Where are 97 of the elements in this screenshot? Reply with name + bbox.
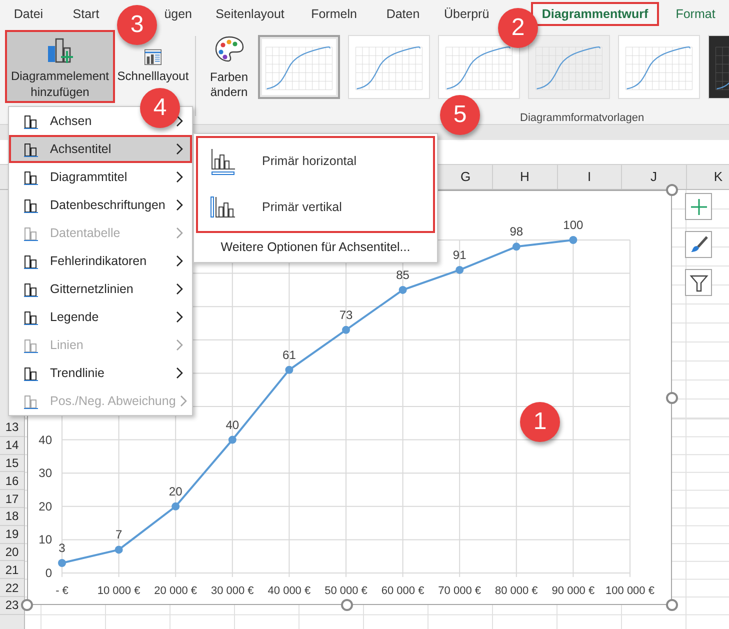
row-header[interactable]: 15 [0,454,24,472]
add-chart-element-button[interactable]: Diagrammelement hinzufügen [5,30,115,103]
row-header[interactable]: 14 [0,436,24,455]
menu-item[interactable]: Achsentitel [9,135,192,163]
chevron-right-icon [176,143,184,155]
chevron-right-icon [176,339,184,351]
chevron-right-icon [176,283,184,295]
ribbon-tab[interactable]: Überprü [444,4,490,24]
data-label: 20 [168,484,182,498]
ribbon-tab[interactable]: Datei [14,4,44,24]
ribbon-tab[interactable]: Diagrammentwurf [531,2,659,26]
layout-icon [142,47,164,66]
data-label: 40 [226,418,240,432]
x-axis-label: 60 000 € [381,585,424,597]
column-header[interactable]: K [686,165,729,189]
ribbon-tab[interactable]: ügen [164,4,192,24]
submenu-option[interactable]: Primär horizontal [198,138,433,184]
data-label: 73 [339,308,353,322]
x-axis-label: 50 000 € [324,585,368,597]
data-label: 98 [510,224,524,239]
data-point [398,286,407,294]
change-colors-button[interactable]: Farben ändern [204,34,254,102]
x-axis-label: 30 000 € [210,585,254,597]
data-point [172,502,180,510]
y-axis-label: 30 [38,466,52,480]
row-header[interactable]: 17 [0,490,24,508]
menu-item[interactable]: Diagrammtitel [9,163,192,191]
x-axis-label: - € [56,585,68,597]
resize-handle[interactable] [341,599,353,611]
ribbon-tab[interactable]: Start [72,4,100,24]
data-point [285,366,294,374]
ribbon-tab[interactable]: Seitenlayout [216,4,284,24]
menu-item[interactable]: Gitternetzlinien [9,275,192,303]
x-axis-label: 90 000 € [552,585,595,597]
data-point [512,242,520,251]
row-header[interactable]: 18 [0,508,24,526]
row-header[interactable]: 21 [0,561,24,580]
y-axis-label: 10 [38,532,52,547]
x-axis-label: 100 000 € [606,585,654,597]
resize-handle[interactable] [666,392,678,404]
chevron-right-icon [176,255,184,267]
chart-tool-button[interactable] [685,231,712,258]
row-header[interactable]: 16 [0,472,24,490]
chevron-right-icon [180,395,188,407]
chart-tool-button[interactable] [685,269,712,296]
x-axis-label: 10 000 € [97,585,140,597]
column-header[interactable]: H [492,165,556,189]
row-header[interactable]: 22 [0,579,24,597]
menu-item[interactable]: Trendlinie [9,359,192,387]
brush-icon [688,234,708,254]
data-point [342,326,350,334]
group-label: Diagrammformatvorlagen [520,111,644,126]
palette-icon[interactable] [214,34,244,64]
menu-item[interactable]: Datenbeschriftungen [9,191,192,219]
x-axis-label: 80 000 € [494,585,538,597]
chart-style-thumbnail[interactable] [258,35,340,99]
data-label: 61 [282,348,296,362]
menu-item[interactable]: Fehlerindikatoren [9,247,192,275]
y-axis-label: 20 [38,499,52,514]
ribbon-tab[interactable]: Formeln [311,4,357,24]
row-header[interactable]: 19 [0,526,24,544]
menu-item[interactable]: Legende [9,303,192,331]
x-axis-label: 40 000 € [268,585,311,597]
data-point [569,236,578,244]
x-axis-label: 20 000 € [154,585,198,597]
chevron-right-icon [176,227,184,239]
row-header[interactable]: 13 [0,419,24,437]
column-header[interactable]: G [439,165,492,189]
data-label: 85 [396,268,410,282]
add-element-icon [688,196,708,216]
chevron-right-icon [176,367,184,379]
ribbon-tab[interactable]: Daten [386,4,420,24]
data-point [114,546,123,554]
resize-handle[interactable] [666,599,678,611]
column-header[interactable]: I [556,165,621,189]
y-axis-label: 40 [38,432,52,447]
filter-icon [688,272,708,292]
bar-chart-plus-icon [45,36,75,66]
data-label: 3 [58,541,66,555]
y-axis-label: 0 [45,566,52,580]
row-header[interactable]: 20 [0,544,24,562]
data-point [456,266,464,274]
chevron-right-icon [176,199,184,211]
more-options-item[interactable]: Weitere Optionen für Achsentitel... [194,233,437,261]
chevron-right-icon [176,171,184,183]
chevron-right-icon [176,311,184,323]
chevron-right-icon [176,115,184,127]
ribbon-tab[interactable]: Format [676,4,716,24]
data-label: 7 [115,528,122,542]
data-label: 100 [563,218,584,232]
quick-layout-button[interactable]: Schnelllayout [117,47,189,85]
horizontal-axis-icon [210,147,236,175]
submenu-option[interactable]: Primär vertikal [198,184,433,230]
data-label: 91 [452,248,466,262]
x-axis-label: 70 000 € [438,585,482,597]
data-point [228,436,236,444]
data-point [58,559,66,567]
